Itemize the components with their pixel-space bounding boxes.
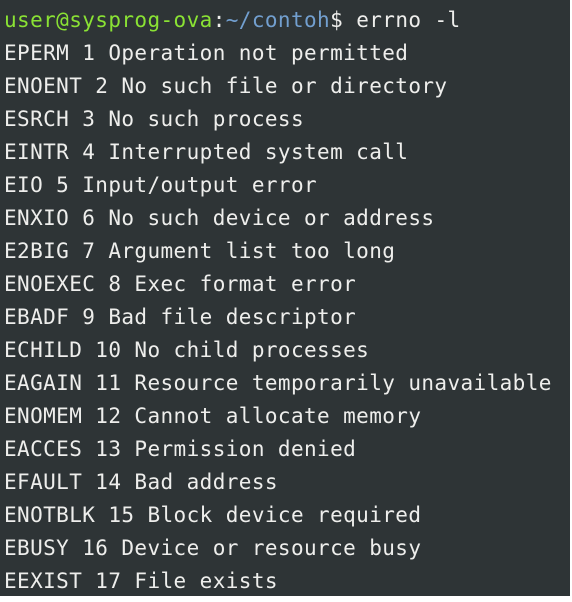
- output-line: ECHILD 10 No child processes: [4, 338, 370, 362]
- output-line: EBADF 9 Bad file descriptor: [4, 305, 357, 329]
- prompt-symbol: $: [330, 8, 344, 32]
- prompt-separator: :: [212, 8, 226, 32]
- output-line: EINTR 4 Interrupted system call: [4, 140, 409, 164]
- terminal-window[interactable]: user@sysprog-ova:~/contoh$ errno -l EPER…: [0, 0, 570, 596]
- prompt-user-host: user@sysprog-ova: [4, 8, 213, 32]
- output-line: ENOTBLK 15 Block device required: [4, 503, 422, 527]
- output-line: ENOMEM 12 Cannot allocate memory: [4, 404, 422, 428]
- output-line: EEXIST 17 File exists: [4, 569, 278, 593]
- prompt-command: errno -l: [343, 8, 461, 32]
- prompt-line: user@sysprog-ova:~/contoh$ errno -l: [4, 4, 570, 37]
- output-line: EFAULT 14 Bad address: [4, 470, 278, 494]
- output-line: EIO 5 Input/output error: [4, 173, 318, 197]
- output-line: EBUSY 16 Device or resource busy: [4, 536, 422, 560]
- output-line: E2BIG 7 Argument list too long: [4, 239, 396, 263]
- output-line: ENOEXEC 8 Exec format error: [4, 272, 357, 296]
- output-line: EACCES 13 Permission denied: [4, 437, 357, 461]
- output-line: ESRCH 3 No such process: [4, 107, 304, 131]
- output-line: ENOENT 2 No such file or directory: [4, 74, 448, 98]
- output-line: EPERM 1 Operation not permitted: [4, 41, 409, 65]
- prompt-path: ~/contoh: [225, 8, 331, 32]
- output-line: ENXIO 6 No such device or address: [4, 206, 435, 230]
- output-line: EAGAIN 11 Resource temporarily unavailab…: [4, 371, 552, 395]
